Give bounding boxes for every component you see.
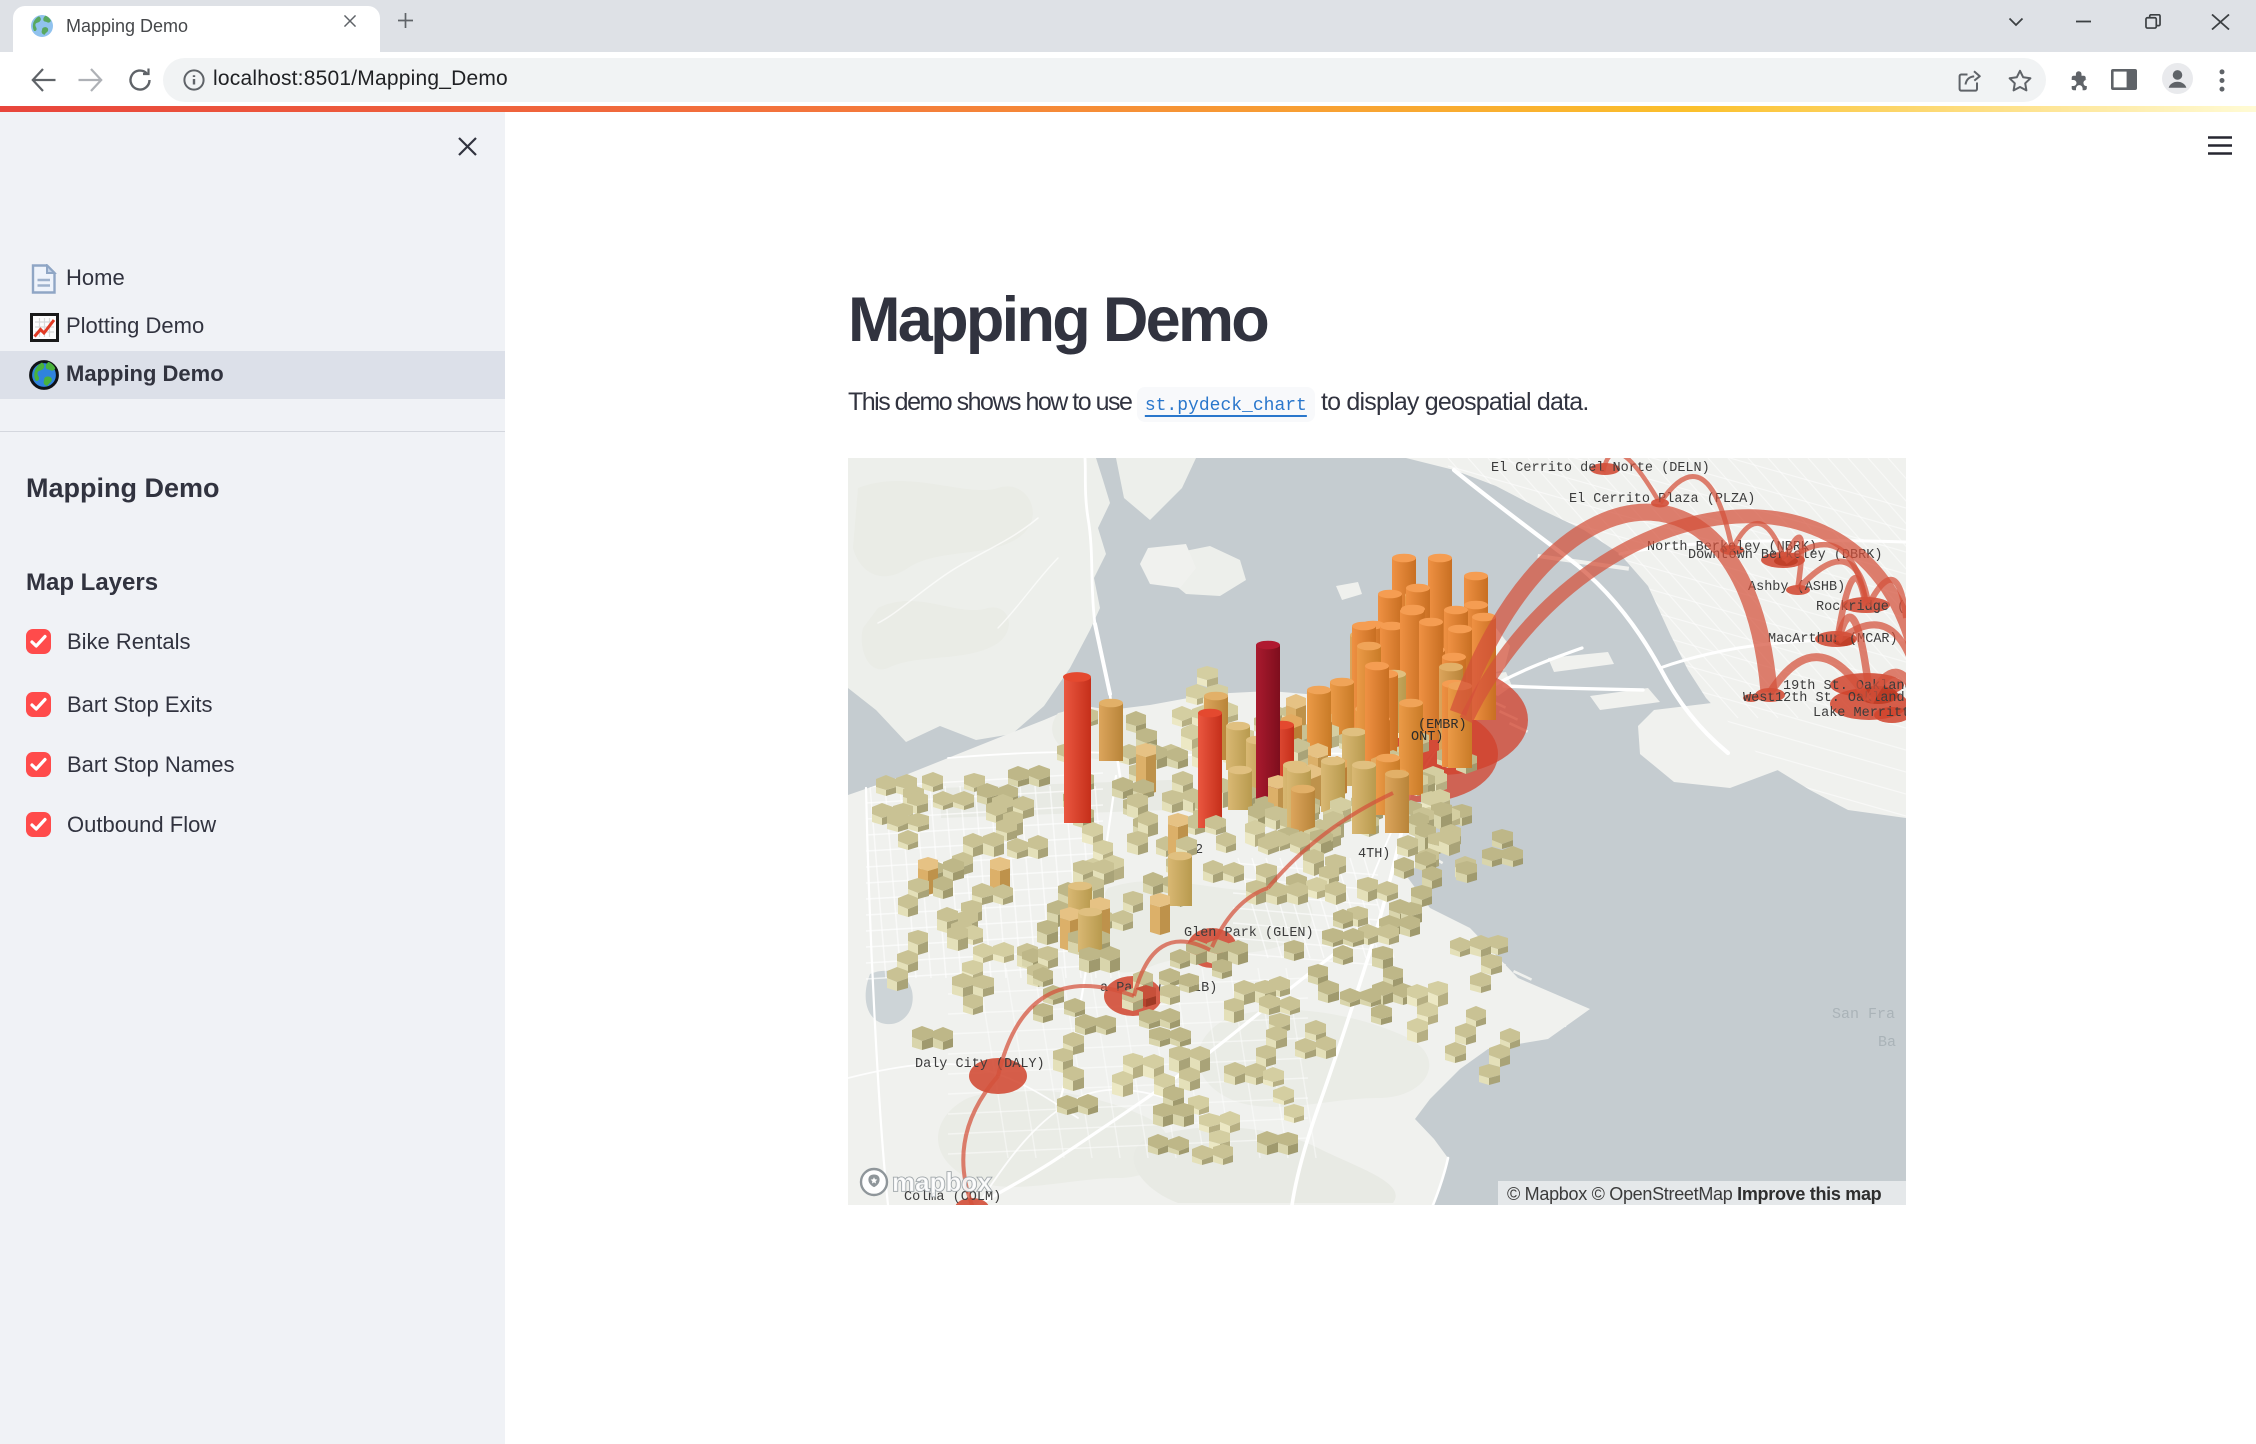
svg-text:ONT): ONT) [1411, 730, 1443, 745]
svg-text:Daly City (DALY): Daly City (DALY) [915, 1057, 1045, 1072]
svg-text:MacArthur (MCAR): MacArthur (MCAR) [1768, 632, 1898, 647]
svg-text:San Fra: San Fra [1832, 1006, 1895, 1023]
svg-text:Lake Merritt: Lake Merritt [1813, 706, 1906, 721]
svg-text:© Mapbox © OpenStreetMap Impro: © Mapbox © OpenStreetMap Improve this ma… [1507, 1184, 1882, 1204]
svg-text:4TH): 4TH) [1358, 847, 1390, 862]
svg-text:Ba: Ba [1878, 1034, 1896, 1051]
svg-text:Glen Park (GLEN): Glen Park (GLEN) [1184, 926, 1314, 941]
svg-text:mapbox: mapbox [892, 1167, 992, 1197]
svg-text:12th St. Oakland City Ce: 12th St. Oakland City Ce [1775, 691, 1906, 706]
svg-text:El Cerrito del Norte (DELN): El Cerrito del Norte (DELN) [1491, 461, 1710, 476]
